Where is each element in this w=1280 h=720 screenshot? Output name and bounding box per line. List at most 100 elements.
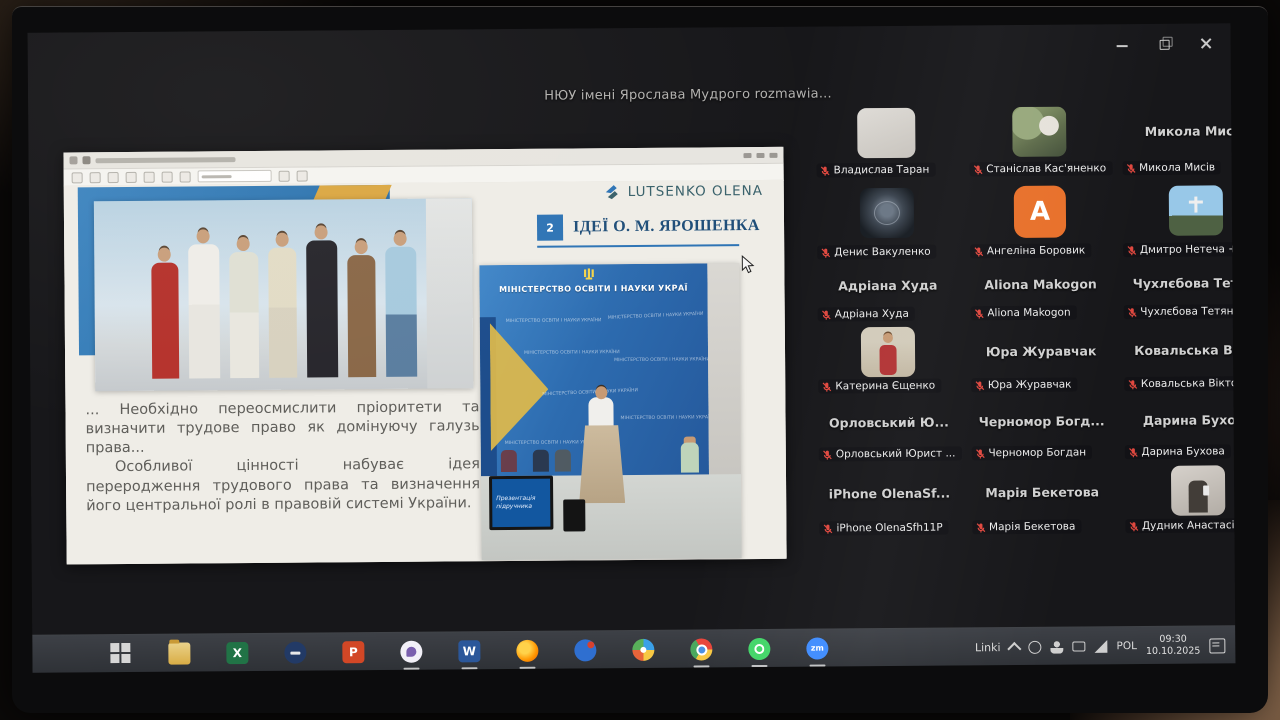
tray-app-icon[interactable] [1028,640,1042,654]
toolbar-button[interactable] [107,171,119,183]
ministry-banner-repeats: МІНІСТЕРСТВО ОСВІТИ І НАУКИ УКРАЇНИ МІНІС… [504,311,717,446]
restore-icon[interactable] [1157,36,1173,52]
taskbar-app-dark[interactable] [284,641,307,664]
participant-tile[interactable]: Дарина Бухова Дарина Бухова [1118,395,1235,464]
participant-tile[interactable]: Микола Мисів Микола Мисів [1116,101,1235,180]
trident-emblem-icon [584,268,594,280]
taskbar-app-whatsapp[interactable] [748,637,771,661]
participant-tile[interactable]: iPhone OlenaSf... iPhone OlenaSfh11P [813,465,966,540]
participant-tile[interactable]: Дмитро Нетеча + Ве... [1116,179,1236,262]
taskbar-app-explorer[interactable] [168,642,191,665]
participant-name-pill: Черномор Богдан [971,445,1093,461]
taskbar-app-excel[interactable]: X [226,642,249,665]
participant-center-name: Черномор Богд... [978,412,1105,429]
person-silhouette [305,240,338,378]
participant-tile[interactable]: Станіслав Кас'яненко [963,102,1117,181]
logo-text: LUTSENKO OLENA [627,182,764,201]
participant-label: Катерина Єщенко [835,379,936,393]
participant-tile[interactable]: Черномор Богд... Черномор Богдан [965,396,1118,465]
participant-tile[interactable]: Денис Вакуленко [811,181,964,264]
toolbar-button[interactable] [278,170,290,182]
ministry-banner-title: МІНІСТЕРСТВО ОСВІТИ І НАУКИ УКРАЇ [499,283,688,295]
participant-center-name: Марія Бекетова [985,483,1100,500]
participant-center-name: Чухлєбова Тетя... [1132,274,1236,291]
participant-tile[interactable]: Катерина Єщенко [812,325,965,398]
slide: LUTSENKO OLENA 2 ІДЕЇ О. М. ЯРОШЕНКА МІН… [63,179,787,565]
toolbar-button[interactable] [179,170,191,183]
slide-photo-group [93,198,474,392]
minimize-icon[interactable] [1115,36,1131,52]
taskbar-app-firefox[interactable] [516,639,539,662]
slide-header: 2 ІДЕЇ О. М. ЯРОШЕНКА [536,213,760,241]
mic-muted-icon [822,449,833,460]
close-icon[interactable] [1199,35,1215,51]
taskbar-app-blue[interactable] [574,639,597,662]
person-silhouette [228,251,259,379]
notification-center-icon[interactable] [1209,637,1226,653]
mic-muted-icon [1126,245,1137,256]
photo-wall-right [707,263,742,476]
tray-contact-icon[interactable] [1050,640,1064,654]
toolbar-button[interactable] [161,171,173,183]
participant-name-pill: Марія Бекетова [971,519,1082,535]
mic-muted-icon [821,309,832,320]
participant-label: Черномор Богдан [988,446,1087,460]
toolbar-button[interactable] [143,171,155,183]
clock[interactable]: 09:30 10.10.2025 [1146,634,1201,658]
participant-avatar [861,326,916,378]
pdf-app-icon [69,156,78,165]
participant-center-name: Юра Журавчак [985,342,1097,359]
participant-tile[interactable]: Дудник Анастасія [1118,463,1236,538]
mic-muted-icon [974,448,985,459]
toolbar-button[interactable] [89,171,101,183]
mic-muted-icon [820,165,831,176]
taskbar-app-viber[interactable] [400,640,423,663]
toolbar-button[interactable] [296,170,308,182]
speaking-banner: НЮУ імені Ярослава Мудрого rozmawia... [544,86,832,104]
participant-label: Адріана Худа [834,307,909,321]
mic-muted-icon [1127,447,1138,458]
participant-tile[interactable]: Орловський Ю... Орловський Юрист ... [812,397,965,466]
taskbar-app-powerpoint[interactable]: P [342,641,365,664]
participant-tile[interactable]: Чухлєбова Тетя... Чухлєбова Тетяна [1117,261,1236,324]
tray-overflow-chevron-icon[interactable] [1007,641,1022,656]
participant-label: Чухлєбова Тетяна [1140,305,1236,319]
logo-chevron-icon [605,185,618,200]
network-icon[interactable] [1094,640,1107,653]
taskbar-app-photos[interactable] [632,638,655,662]
participant-tile[interactable]: Адріана Худа Адріана Худа [811,263,964,326]
taskbar-app-start[interactable] [110,642,133,666]
taskbar-app-zoom[interactable]: zm [806,637,829,660]
slide-number-badge: 2 [536,214,564,241]
participant-center-name: iPhone OlenaSf... [828,485,951,501]
participant-tile[interactable]: Ковальська Вік... Ковальська Вікторія ..… [1117,323,1236,396]
pdf-close-icon[interactable] [769,152,778,158]
seated-person [554,449,571,472]
person-silhouette [267,247,297,378]
taskbar-app-chrome[interactable] [690,638,713,661]
toolbar-button[interactable] [125,171,137,183]
tray-date: 10.10.2025 [1145,645,1201,657]
toolbar-button[interactable] [71,171,83,183]
slide-header-underline [537,244,740,248]
participant-tile[interactable]: A Ангеліна Боровик [963,180,1117,263]
participant-tile[interactable]: Юра Журавчак Юра Журавчак [964,324,1117,397]
participant-tile[interactable]: Марія Бекетова Марія Бекетова [966,464,1120,539]
participant-tile[interactable]: Aliona Makogon Aliona Makogon [964,262,1117,325]
language-indicator[interactable]: POL [1116,640,1137,652]
person-silhouette [346,255,376,378]
find-input[interactable] [197,169,272,183]
taskbar-app-word[interactable]: W [458,640,481,663]
participant-tile[interactable]: Владислав Таран [810,103,963,182]
pdf-restore-icon[interactable] [756,152,765,158]
participant-label: Владислав Таран [833,163,930,177]
speaker-head [595,386,608,400]
pdf-minimize-icon[interactable] [743,152,752,158]
tray-display-icon[interactable] [1072,641,1086,652]
participant-label: Орловський Юрист ... [835,447,956,461]
mic-muted-icon [973,308,984,319]
seated-person [532,449,549,472]
mic-muted-icon [1125,163,1136,174]
links-toolbar-label[interactable]: Linki [975,641,1001,654]
participant-name-pill: Ковальська Вікторія ... [1123,375,1236,392]
